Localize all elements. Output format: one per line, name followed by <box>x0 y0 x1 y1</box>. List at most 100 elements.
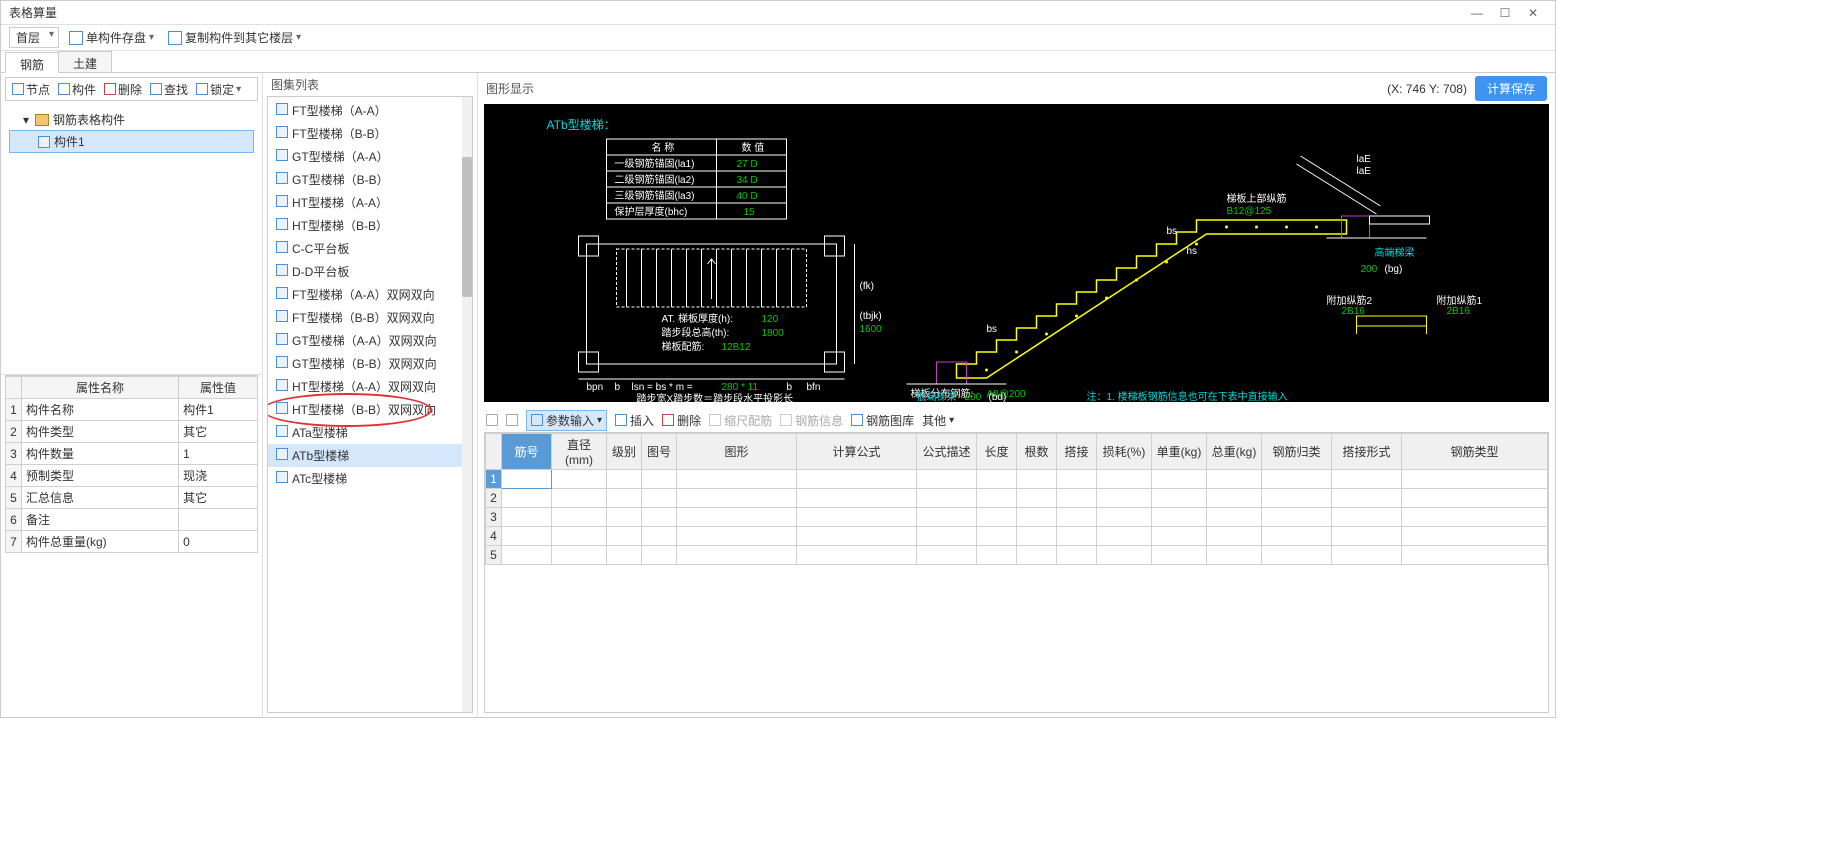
folder-icon <box>35 114 49 126</box>
col-lap-type[interactable]: 搭接形式 <box>1332 434 1402 470</box>
maximize-button[interactable]: ☐ <box>1491 6 1519 20</box>
scrollbar[interactable] <box>462 97 472 712</box>
atlas-item[interactable]: HT型楼梯（A-A）双网双向 <box>268 375 472 398</box>
atlas-item[interactable]: FT型楼梯（B-B） <box>268 122 472 145</box>
col-grade[interactable]: 级别 <box>607 434 642 470</box>
atlas-item-selected[interactable]: ATb型楼梯 <box>268 444 472 467</box>
col-total-weight[interactable]: 总重(kg) <box>1207 434 1262 470</box>
arrow-left-icon[interactable] <box>486 414 498 426</box>
rebar-lib-button[interactable]: 钢筋图库 <box>851 412 914 429</box>
scale-button: 缩尺配筋 <box>709 412 772 429</box>
col-rebar-type[interactable]: 钢筋类型 <box>1402 434 1548 470</box>
svg-text:12B12: 12B12 <box>722 342 751 353</box>
minimize-button[interactable]: — <box>1463 6 1491 20</box>
atlas-item[interactable]: ATa型楼梯 <box>268 421 472 444</box>
lock-button[interactable]: 锁定▾ <box>196 81 241 98</box>
atlas-item[interactable]: HT型楼梯（B-B）双网双向 <box>268 398 472 421</box>
svg-text:200: 200 <box>965 392 982 402</box>
close-button[interactable]: ✕ <box>1519 6 1547 20</box>
graph-canvas[interactable]: ATb型楼梯： 名 称 数 值 一级钢筋锚固(la1) 27 D 二级钢筋锚 <box>484 104 1549 402</box>
calculate-save-button[interactable]: 计算保存 <box>1475 76 1547 101</box>
find-button[interactable]: 查找 <box>150 81 188 98</box>
delete-button[interactable]: 删除 <box>104 81 142 98</box>
atlas-item[interactable]: GT型楼梯（A-A） <box>268 145 472 168</box>
svg-text:laE: laE <box>1357 154 1372 165</box>
svg-text:bs: bs <box>987 324 998 335</box>
col-lap[interactable]: 搭接 <box>1057 434 1097 470</box>
col-unit-weight[interactable]: 单重(kg) <box>1152 434 1207 470</box>
svg-text:低端梯梁: 低端梯梁 <box>917 390 957 402</box>
col-loss[interactable]: 损耗(%) <box>1097 434 1152 470</box>
col-diameter[interactable]: 直径(mm) <box>552 434 607 470</box>
save-single-button[interactable]: 单构件存盘▾ <box>65 27 158 48</box>
collapse-icon[interactable]: ▾ <box>21 113 31 127</box>
atlas-item[interactable]: FT型楼梯（B-B）双网双向 <box>268 306 472 329</box>
svg-text:hs: hs <box>1187 246 1198 257</box>
graph-heading: ATb型楼梯： <box>547 117 616 132</box>
tab-rebar[interactable]: 钢筋 <box>5 52 59 73</box>
atlas-item[interactable]: GT型楼梯（A-A）双网双向 <box>268 329 472 352</box>
atlas-item[interactable]: GT型楼梯（B-B） <box>268 168 472 191</box>
param-input-button[interactable]: 参数输入▾ <box>526 410 607 431</box>
node-icon <box>12 83 24 95</box>
rebar-grid[interactable]: 筋号 直径(mm) 级别 图号 图形 计算公式 公式描述 长度 根数 搭接 损耗… <box>485 433 1548 565</box>
grid-row: 1 <box>486 470 1548 489</box>
svg-text:踏步宽X踏步数＝踏步段水平投影长: 踏步宽X踏步数＝踏步段水平投影长 <box>637 392 794 402</box>
insert-icon <box>615 414 627 426</box>
col-formula[interactable]: 计算公式 <box>797 434 917 470</box>
atlas-item[interactable]: FT型楼梯（A-A）双网双向 <box>268 283 472 306</box>
svg-text:bpn: bpn <box>587 382 604 393</box>
props-row: 7构件总重量(kg)0 <box>6 531 258 553</box>
tree-root[interactable]: ▾ 钢筋表格构件 <box>9 109 254 130</box>
svg-text:一级钢筋锚固(la1): 一级钢筋锚固(la1) <box>615 157 695 170</box>
delete-icon <box>662 414 674 426</box>
svg-text:(fk): (fk) <box>860 281 874 292</box>
grid-row: 3 <box>486 508 1548 527</box>
col-count[interactable]: 根数 <box>1017 434 1057 470</box>
tab-civil[interactable]: 土建 <box>58 51 112 72</box>
scale-icon <box>709 414 721 426</box>
scrollbar-thumb[interactable] <box>462 157 472 297</box>
component-button[interactable]: 构件 <box>58 81 96 98</box>
lib-icon <box>851 414 863 426</box>
atlas-item[interactable]: FT型楼梯（A-A） <box>268 99 472 122</box>
grid-row: 5 <box>486 546 1548 565</box>
svg-text:名 称: 名 称 <box>652 141 675 154</box>
col-category[interactable]: 钢筋归类 <box>1262 434 1332 470</box>
delete-icon <box>104 83 116 95</box>
delete-row-button[interactable]: 删除 <box>662 412 701 429</box>
node-button[interactable]: 节点 <box>12 81 50 98</box>
grid-row: 2 <box>486 489 1548 508</box>
svg-text:bfn: bfn <box>807 382 821 393</box>
atlas-title: 图集列表 <box>263 73 477 96</box>
props-row: 5汇总信息其它 <box>6 487 258 509</box>
copy-to-floors-button[interactable]: 复制构件到其它楼层▾ <box>164 27 305 48</box>
col-fig-no[interactable]: 图号 <box>642 434 677 470</box>
component-icon <box>38 136 50 148</box>
col-length[interactable]: 长度 <box>977 434 1017 470</box>
tree-item-component1[interactable]: 构件1 <box>9 130 254 153</box>
props-header-value: 属性值 <box>179 377 258 399</box>
col-shape[interactable]: 图形 <box>677 434 797 470</box>
svg-text:保护层厚度(bhc): 保护层厚度(bhc) <box>615 205 688 218</box>
arrow-right-icon[interactable] <box>506 414 518 426</box>
svg-text:二级钢筋锚固(la2): 二级钢筋锚固(la2) <box>615 173 695 186</box>
atlas-item[interactable]: C-C平台板 <box>268 237 472 260</box>
other-button[interactable]: 其他▾ <box>922 412 954 429</box>
atlas-item[interactable]: GT型楼梯（B-B）双网双向 <box>268 352 472 375</box>
col-rebar-no[interactable]: 筋号 <box>502 434 552 470</box>
col-formula-desc[interactable]: 公式描述 <box>917 434 977 470</box>
svg-text:120: 120 <box>762 314 779 325</box>
atlas-item[interactable]: ATc型楼梯 <box>268 467 472 490</box>
atlas-item[interactable]: HT型楼梯（B-B） <box>268 214 472 237</box>
atlas-item[interactable]: D-D平台板 <box>268 260 472 283</box>
atlas-list[interactable]: FT型楼梯（A-A） FT型楼梯（B-B） GT型楼梯（A-A） GT型楼梯（B… <box>267 96 473 713</box>
insert-button[interactable]: 插入 <box>615 412 654 429</box>
props-row: 2构件类型其它 <box>6 421 258 443</box>
atlas-item[interactable]: HT型楼梯（A-A） <box>268 191 472 214</box>
svg-text:laE: laE <box>1357 166 1372 177</box>
props-row: 6备注 <box>6 509 258 531</box>
svg-text:(tbjk): (tbjk) <box>860 311 882 322</box>
svg-text:高端梯梁: 高端梯梁 <box>1375 246 1415 259</box>
floor-dropdown[interactable]: 首层 <box>9 27 59 48</box>
